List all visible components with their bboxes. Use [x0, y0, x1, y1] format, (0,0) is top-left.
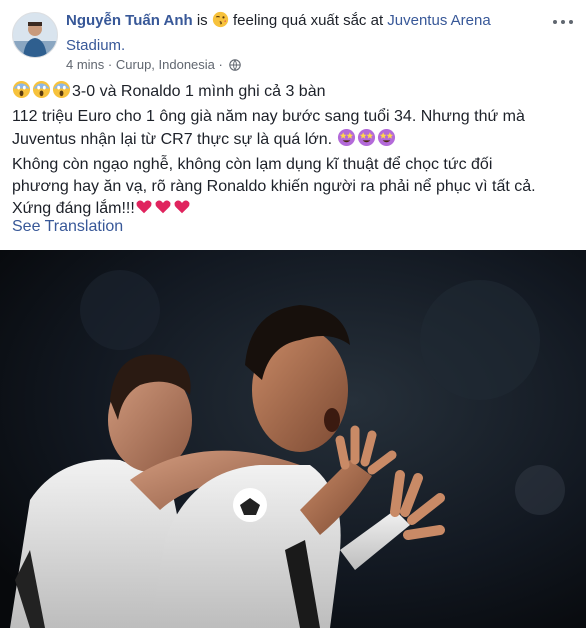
- message-line-5: phương hay ăn vạ, rõ ràng Ronaldo khiến …: [12, 178, 536, 195]
- message-text-6: Xứng đáng lắm!!!: [12, 200, 135, 217]
- post-meta: 4 mins · Curup, Indonesia ·: [66, 56, 241, 76]
- post-message: 3-0 và Ronaldo 1 mình ghi cả 3 bàn 112 t…: [12, 80, 572, 223]
- meta-separator: ·: [107, 57, 113, 72]
- message-text-3: Juventus nhận lại từ CR7 thực sự là quá …: [12, 131, 337, 148]
- screaming-face-emoji-icon: [32, 80, 51, 106]
- post-time[interactable]: 4 mins: [66, 57, 104, 72]
- feeling-text: feeling quá xuất sắc at: [228, 12, 388, 29]
- facebook-post: Nguyễn Tuấn Anh is feeling quá xuất sắc …: [0, 0, 586, 628]
- post-headline: Nguyễn Tuấn Anh is feeling quá xuất sắc …: [66, 10, 534, 57]
- message-text-1: 3-0 và Ronaldo 1 mình ghi cả 3 bàn: [72, 83, 326, 100]
- is-text: is: [192, 12, 212, 29]
- message-line-4: Không còn ngạo nghễ, không còn lạm dụng …: [12, 156, 493, 173]
- red-heart-icon: [154, 198, 172, 223]
- globe-icon[interactable]: [228, 58, 241, 76]
- screaming-face-emoji-icon: [12, 80, 31, 106]
- star-struck-emoji-icon: [357, 128, 376, 154]
- message-line-1: 3-0 và Ronaldo 1 mình ghi cả 3 bàn: [12, 80, 572, 106]
- more-options-icon[interactable]: [552, 14, 574, 30]
- author-name[interactable]: Nguyễn Tuấn Anh: [66, 12, 193, 29]
- meta-separator-2: ·: [218, 57, 223, 72]
- author-avatar[interactable]: [12, 12, 58, 58]
- see-translation-link[interactable]: See Translation: [12, 218, 123, 236]
- screaming-face-emoji-icon: [52, 80, 71, 106]
- red-heart-icon: [173, 198, 191, 223]
- message-line-2: 112 triệu Euro cho 1 ông già năm nay bướ…: [12, 108, 525, 125]
- winking-kiss-emoji-icon: [212, 11, 229, 35]
- red-heart-icon: [135, 198, 153, 223]
- post-header: Nguyễn Tuấn Anh is feeling quá xuất sắc …: [12, 10, 574, 72]
- message-line-3: Juventus nhận lại từ CR7 thực sự là quá …: [12, 128, 572, 154]
- star-struck-emoji-icon: [337, 128, 356, 154]
- post-location[interactable]: Curup, Indonesia: [116, 57, 215, 72]
- post-photo[interactable]: [0, 250, 586, 628]
- star-struck-emoji-icon: [377, 128, 396, 154]
